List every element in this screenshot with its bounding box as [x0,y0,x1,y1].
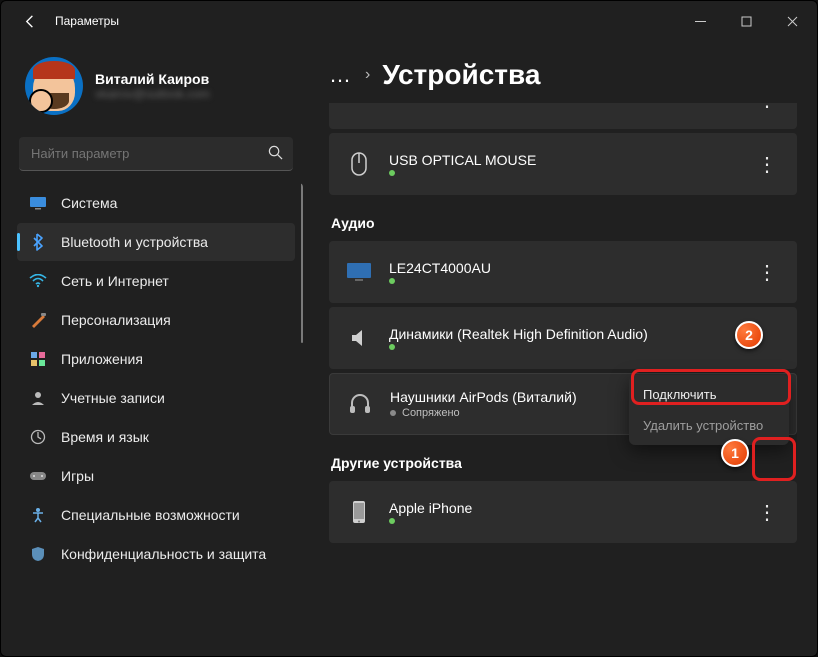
sidebar-item-network[interactable]: Сеть и Интернет [17,262,295,300]
window-title: Параметры [55,14,119,28]
sidebar-item-label: Сеть и Интернет [61,273,169,289]
annotation-badge-2: 2 [735,321,763,349]
sidebar-item-apps[interactable]: Приложения [17,340,295,378]
device-card-mouse[interactable]: USB OPTICAL MOUSE ⋮ [329,133,797,195]
gamepad-icon [29,467,47,485]
titlebar: Параметры [1,1,817,41]
profile-name: Виталий Каиров [95,71,210,87]
section-audio: Аудио [331,215,797,231]
phone-icon [343,496,375,528]
sidebar-item-bluetooth[interactable]: Bluetooth и устройства [17,223,295,261]
wifi-icon [29,272,47,290]
brush-icon [29,311,47,329]
content: Подключено ⋮ USB OPTICAL MOUSE ⋮ Аудио [329,103,797,656]
sidebar-item-personalization[interactable]: Персонализация [17,301,295,339]
headphones-icon [344,388,376,420]
sidebar-item-time-language[interactable]: Время и язык [17,418,295,456]
mouse-icon [343,148,375,180]
sidebar-item-gaming[interactable]: Игры [17,457,295,495]
device-name: Apple iPhone [389,500,751,516]
context-menu: Подключить Удалить устройство [629,375,789,445]
breadcrumb-ellipsis[interactable]: … [329,62,353,88]
menu-remove[interactable]: Удалить устройство [629,410,789,441]
search-icon [268,145,283,163]
minimize-button[interactable] [677,5,723,37]
device-card-tv[interactable]: LE24CT4000AU ⋮ [329,241,797,303]
sidebar-item-label: Учетные записи [61,390,165,406]
menu-connect[interactable]: Подключить [629,379,789,410]
window-controls [677,5,815,37]
settings-window: Параметры Виталий Каиров vkairov@outlook… [0,0,818,657]
sidebar-item-system[interactable]: Система [17,184,295,222]
bluetooth-icon [29,233,47,251]
monitor-icon [29,194,47,212]
device-name: USB OPTICAL MOUSE [389,152,751,168]
sidebar: Виталий Каиров vkairov@outlook.com Систе… [1,41,311,656]
annotation-badge-1: 1 [721,439,749,467]
search-box [19,137,293,171]
device-name: LE24CT4000AU [389,260,751,276]
sidebar-item-label: Специальные возможности [61,507,240,523]
sidebar-item-label: Игры [61,468,94,484]
shield-icon [29,545,47,563]
search-input[interactable] [19,137,293,171]
more-button[interactable]: ⋮ [751,252,783,292]
device-card-speakers[interactable]: Динамики (Realtek High Definition Audio) [329,307,797,369]
profile-block[interactable]: Виталий Каиров vkairov@outlook.com [1,49,311,131]
device-name: Динамики (Realtek High Definition Audio) [389,326,783,342]
sidebar-item-label: Приложения [61,351,143,367]
person-icon [29,389,47,407]
device-card-iphone[interactable]: Apple iPhone ⋮ [329,481,797,543]
tv-icon [343,256,375,288]
sidebar-item-label: Время и язык [61,429,149,445]
avatar [25,57,83,115]
nav: Система Bluetooth и устройства Сеть и Ин… [9,183,303,563]
sidebar-item-privacy[interactable]: Конфиденциальность и защита [17,535,295,563]
sidebar-item-label: Система [61,195,117,211]
profile-email: vkairov@outlook.com [95,87,210,101]
more-button[interactable]: ⋮ [751,492,783,532]
more-button[interactable]: ⋮ [751,144,783,184]
main-panel: … › Устройства Подключено ⋮ [311,41,817,656]
page-title: Устройства [382,59,540,91]
more-button[interactable]: ⋮ [751,103,783,119]
apps-icon [29,350,47,368]
chevron-right-icon: › [365,66,370,84]
back-button[interactable] [17,8,43,34]
breadcrumb: … › Устройства [329,51,793,99]
sidebar-item-label: Конфиденциальность и защита [61,546,266,562]
speaker-icon [343,322,375,354]
device-status: Сопряжено [402,407,460,419]
sidebar-item-accessibility[interactable]: Специальные возможности [17,496,295,534]
sidebar-item-label: Персонализация [61,312,171,328]
close-button[interactable] [769,5,815,37]
sidebar-item-label: Bluetooth и устройства [61,234,208,250]
maximize-button[interactable] [723,5,769,37]
device-card[interactable]: Подключено ⋮ [329,103,797,129]
globe-clock-icon [29,428,47,446]
sidebar-item-accounts[interactable]: Учетные записи [17,379,295,417]
accessibility-icon [29,506,47,524]
keyboard-icon [343,103,375,111]
